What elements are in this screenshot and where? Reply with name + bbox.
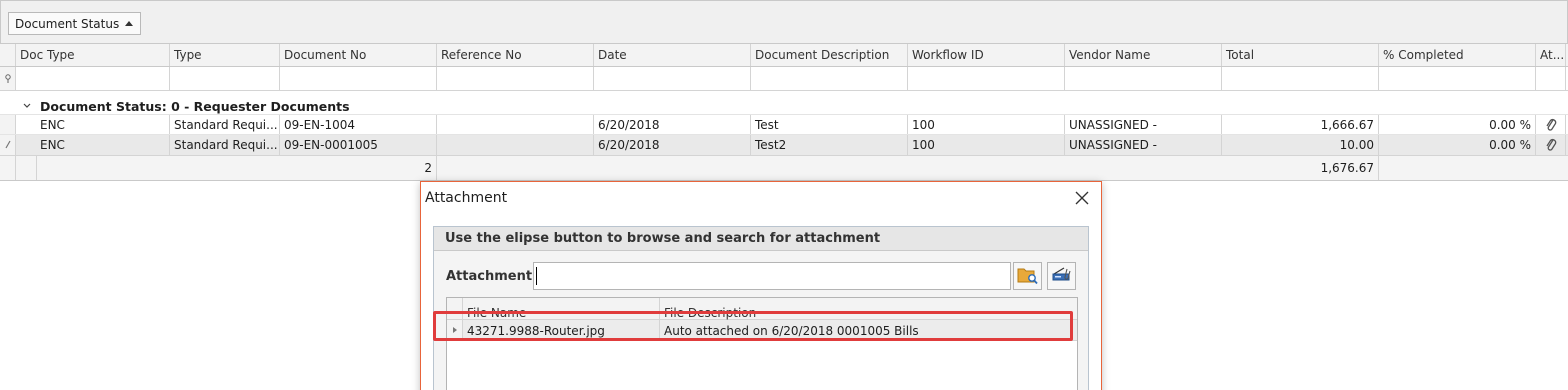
group-title: Document Status: 0 - Requester Documents [40,98,350,114]
grid-header-row: Doc Type Type Document No Reference No D… [0,43,1568,67]
column-header-workflow-id[interactable]: Workflow ID [908,44,1065,66]
cell-percent-completed[interactable]: 0.00 % [1379,115,1536,134]
paperclip-icon[interactable] [1536,115,1566,134]
cell-date[interactable]: 6/20/2018 [594,115,751,134]
attachment-dialog: Attachment Use the elipse button to brow… [420,181,1102,390]
dialog-title: Attachment [425,190,508,206]
cell-vendor-name[interactable]: UNASSIGNED - [1065,115,1222,134]
column-header-vendor-name[interactable]: Vendor Name [1065,44,1222,66]
group-footer-row: 2 1,676.67 [0,156,1568,181]
table-row[interactable]: ENC Standard Requi... 09-EN-0001005 6/20… [0,135,1568,156]
cell-workflow-id[interactable]: 100 [908,115,1065,134]
attachment-group-box: Use the elipse button to browse and sear… [433,226,1089,390]
cell-document-no[interactable]: 09-EN-0001005 [280,135,437,155]
filter-document-no[interactable] [280,67,437,90]
group-by-document-status-button[interactable]: Document Status [8,12,141,35]
table-row[interactable]: ENC Standard Requi... 09-EN-1004 6/20/20… [0,114,1568,135]
footer-total: 1,676.67 [1222,156,1379,180]
cell-total[interactable]: 10.00 [1222,135,1379,155]
highlight-box [433,311,1073,341]
text-caret [536,267,537,285]
cell-doc-type[interactable]: ENC [16,135,170,155]
column-header-document-no[interactable]: Document No [280,44,437,66]
cell-document-description[interactable]: Test [751,115,908,134]
cell-document-description[interactable]: Test2 [751,135,908,155]
cell-percent-completed[interactable]: 0.00 % [1379,135,1536,155]
filter-reference-no[interactable] [437,67,594,90]
row-indicator [0,115,16,134]
chevron-down-icon[interactable] [22,100,32,114]
cell-document-no[interactable]: 09-EN-1004 [280,115,437,134]
cell-reference-no[interactable] [437,115,594,134]
scanner-attach-icon [1051,265,1073,288]
filter-percent-completed[interactable] [1379,67,1536,90]
column-header-doc-type[interactable]: Doc Type [16,44,170,66]
column-header-document-description[interactable]: Document Description [751,44,908,66]
footer-spacer [16,156,37,180]
column-header-total[interactable]: Total [1222,44,1379,66]
filter-doc-type[interactable] [16,67,170,90]
cell-vendor-name[interactable]: UNASSIGNED - [1065,135,1222,155]
paperclip-icon[interactable] [1536,135,1566,155]
column-header-type[interactable]: Type [170,44,280,66]
cell-type[interactable]: Standard Requi... [170,135,280,155]
group-row[interactable]: Document Status: 0 - Requester Documents [0,97,1568,115]
column-header-attachment[interactable]: At... [1536,44,1566,66]
column-header-percent-completed[interactable]: % Completed [1379,44,1536,66]
filter-icon [0,67,16,90]
filter-total[interactable] [1222,67,1379,90]
cell-total[interactable]: 1,666.67 [1222,115,1379,134]
filter-attachment[interactable] [1536,67,1566,90]
filter-type[interactable] [170,67,280,90]
column-header-reference-no[interactable]: Reference No [437,44,594,66]
group-button-label: Document Status [15,16,120,31]
filter-date[interactable] [594,67,751,90]
filter-workflow-id[interactable] [908,67,1065,90]
cell-type[interactable]: Standard Requi... [170,115,280,134]
header-indicator [0,44,16,66]
cell-doc-type[interactable]: ENC [16,115,170,134]
footer-indicator [0,156,16,180]
column-header-date[interactable]: Date [594,44,751,66]
footer-count: 2 [37,156,437,180]
browse-folder-button[interactable] [1013,262,1042,290]
group-box-header: Use the elipse button to browse and sear… [434,227,1088,251]
attachment-path-input[interactable] [533,262,1011,290]
cell-reference-no[interactable] [437,135,594,155]
close-icon[interactable] [1069,185,1095,211]
filter-document-description[interactable] [751,67,908,90]
scan-attachment-button[interactable] [1047,262,1076,290]
edit-row-icon [0,135,16,155]
folder-search-icon [1017,265,1039,288]
filter-row [0,67,1568,91]
group-panel: Document Status [0,0,1568,44]
attachment-label: Attachment [446,269,533,284]
cell-workflow-id[interactable]: 100 [908,135,1065,155]
filter-vendor-name[interactable] [1065,67,1222,90]
sort-ascending-icon [125,21,133,26]
cell-date[interactable]: 6/20/2018 [594,135,751,155]
